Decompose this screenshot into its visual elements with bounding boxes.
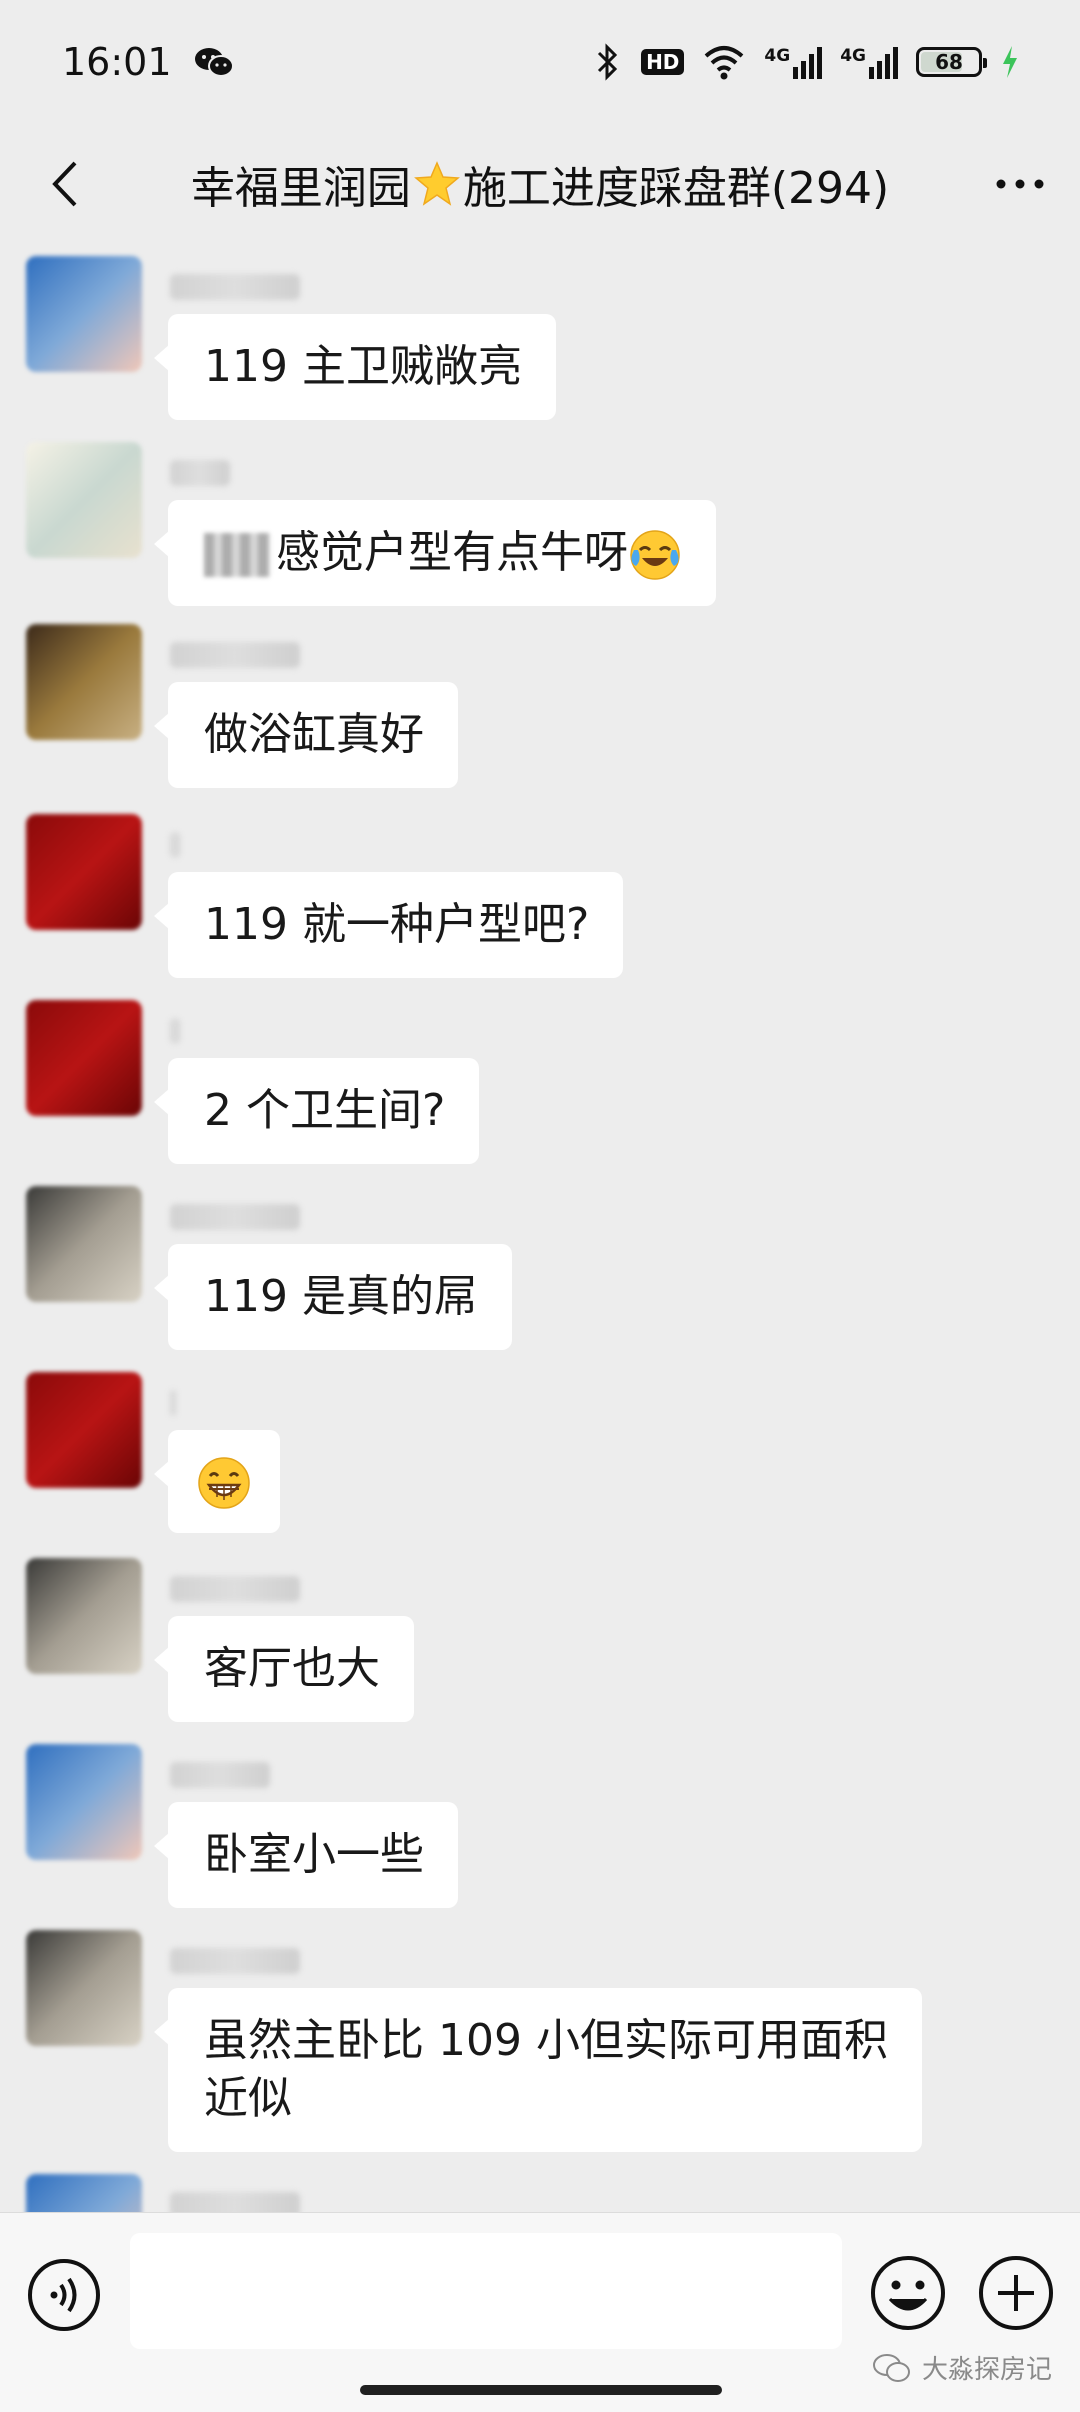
avatar[interactable] — [26, 814, 142, 930]
message-text: 119 是真的屌 — [204, 1271, 478, 1322]
avatar[interactable] — [26, 442, 142, 558]
watermark: 大淼探房记 — [872, 2349, 1052, 2386]
message-bubble[interactable] — [154, 1430, 280, 1533]
chat-message-list[interactable]: 119 主卫贼敞亮 感觉户型有点牛呀 做浴缸真好 119 就一种户型吧? 2 个… — [0, 244, 1080, 2212]
signal-icon — [793, 47, 823, 79]
avatar[interactable] — [26, 2174, 142, 2212]
more-button[interactable] — [986, 154, 1054, 214]
wifi-icon — [705, 46, 744, 80]
more-icon — [996, 179, 1044, 189]
message-bubble[interactable]: 119 就一种户型吧? — [153, 872, 624, 978]
grin-emoji-icon — [198, 1457, 250, 1509]
avatar[interactable] — [26, 1558, 142, 1674]
message-bubble[interactable]: 119 主卫贼敞亮 — [154, 314, 556, 420]
sender-name-blurred — [170, 1390, 176, 1416]
message-text: 119 主卫贼敞亮 — [204, 341, 522, 392]
message-text: 虽然主卧比 109 小但实际可用面积 近似 — [204, 2015, 888, 2124]
chat-title-part1: 幸福里润园 — [190, 163, 411, 214]
sender-name-blurred — [170, 832, 180, 858]
message-text: 客厅也大 — [204, 1643, 380, 1694]
plus-icon[interactable] — [976, 2253, 1056, 2333]
message-bubble[interactable]: 虽然主卧比 109 小但实际可用面积 近似 — [154, 1988, 922, 2152]
sender-name-blurred — [170, 642, 300, 668]
chevron-left-icon — [52, 161, 77, 207]
wechat-icon — [194, 48, 234, 77]
message-bubble[interactable]: 2 个卫生间? — [153, 1058, 480, 1164]
censored-text — [204, 533, 270, 577]
avatar[interactable] — [26, 1372, 142, 1488]
sender-name-blurred — [170, 1762, 270, 1788]
sender-name-blurred — [170, 1018, 180, 1044]
message-text: 做浴缸真好 — [204, 709, 424, 760]
message-bubble[interactable]: 客厅也大 — [154, 1616, 414, 1722]
avatar[interactable] — [26, 1744, 142, 1860]
home-indicator[interactable] — [360, 2385, 722, 2395]
charging-icon — [1003, 46, 1017, 78]
sender-name-blurred — [170, 2192, 300, 2212]
sender-name-blurred — [170, 1576, 300, 1602]
battery-indicator: 68 — [916, 47, 987, 77]
message-text: 119 就一种户型吧? — [204, 899, 590, 950]
hd-badge: HD — [641, 49, 685, 75]
signal-2: 4G — [840, 45, 898, 79]
voice-icon[interactable] — [26, 2257, 102, 2333]
chat-title: 幸福里润园 施工进度踩盘群(294) — [191, 152, 889, 216]
signal-icon — [869, 47, 898, 79]
message-text: 感觉户型有点牛呀 — [276, 527, 628, 578]
bluetooth-icon — [598, 43, 618, 81]
wechat-chat-screen: 16:01 HD 4G 4G 68 幸福里润园 施工进度踩盘群(294) 119… — [0, 0, 1080, 2412]
avatar[interactable] — [26, 256, 142, 372]
status-bar: 16:01 HD 4G 4G 68 — [0, 0, 1080, 124]
message-bubble[interactable]: 119 是真的屌 — [154, 1244, 512, 1350]
net-type-1: 4G — [764, 46, 791, 66]
avatar[interactable] — [26, 624, 142, 740]
laugh-cry-emoji-icon — [630, 530, 680, 580]
status-time: 16:01 — [62, 40, 172, 84]
message-input[interactable] — [130, 2233, 842, 2349]
battery-level: 68 — [935, 50, 963, 74]
message-bubble[interactable]: 感觉户型有点牛呀 — [154, 500, 716, 606]
chat-title-bar: 幸福里润园 施工进度踩盘群(294) — [0, 124, 1080, 244]
emoji-icon[interactable] — [868, 2253, 948, 2333]
avatar[interactable] — [26, 1000, 142, 1116]
sender-name-blurred — [170, 1948, 300, 1974]
message-bubble[interactable]: 做浴缸真好 — [154, 682, 458, 788]
signal-1: 4G — [764, 45, 823, 79]
watermark-text: 大淼探房记 — [921, 2355, 1052, 2385]
net-type-2: 4G — [840, 46, 866, 66]
message-bubble[interactable]: 卧室小一些 — [154, 1802, 458, 1908]
chat-input-bar: 大淼探房记 — [0, 2212, 1080, 2412]
avatar[interactable] — [26, 1930, 142, 2046]
sender-name-blurred — [170, 274, 300, 300]
sender-name-blurred — [170, 460, 230, 486]
star-emoji-icon — [413, 161, 460, 206]
message-text: 卧室小一些 — [204, 1829, 424, 1880]
avatar[interactable] — [26, 1186, 142, 1302]
back-button[interactable] — [34, 154, 94, 214]
wechat-icon — [872, 2353, 910, 2382]
chat-title-part2: 施工进度踩盘群(294) — [462, 163, 890, 214]
sender-name-blurred — [170, 1204, 300, 1230]
message-text: 2 个卫生间? — [204, 1085, 446, 1136]
